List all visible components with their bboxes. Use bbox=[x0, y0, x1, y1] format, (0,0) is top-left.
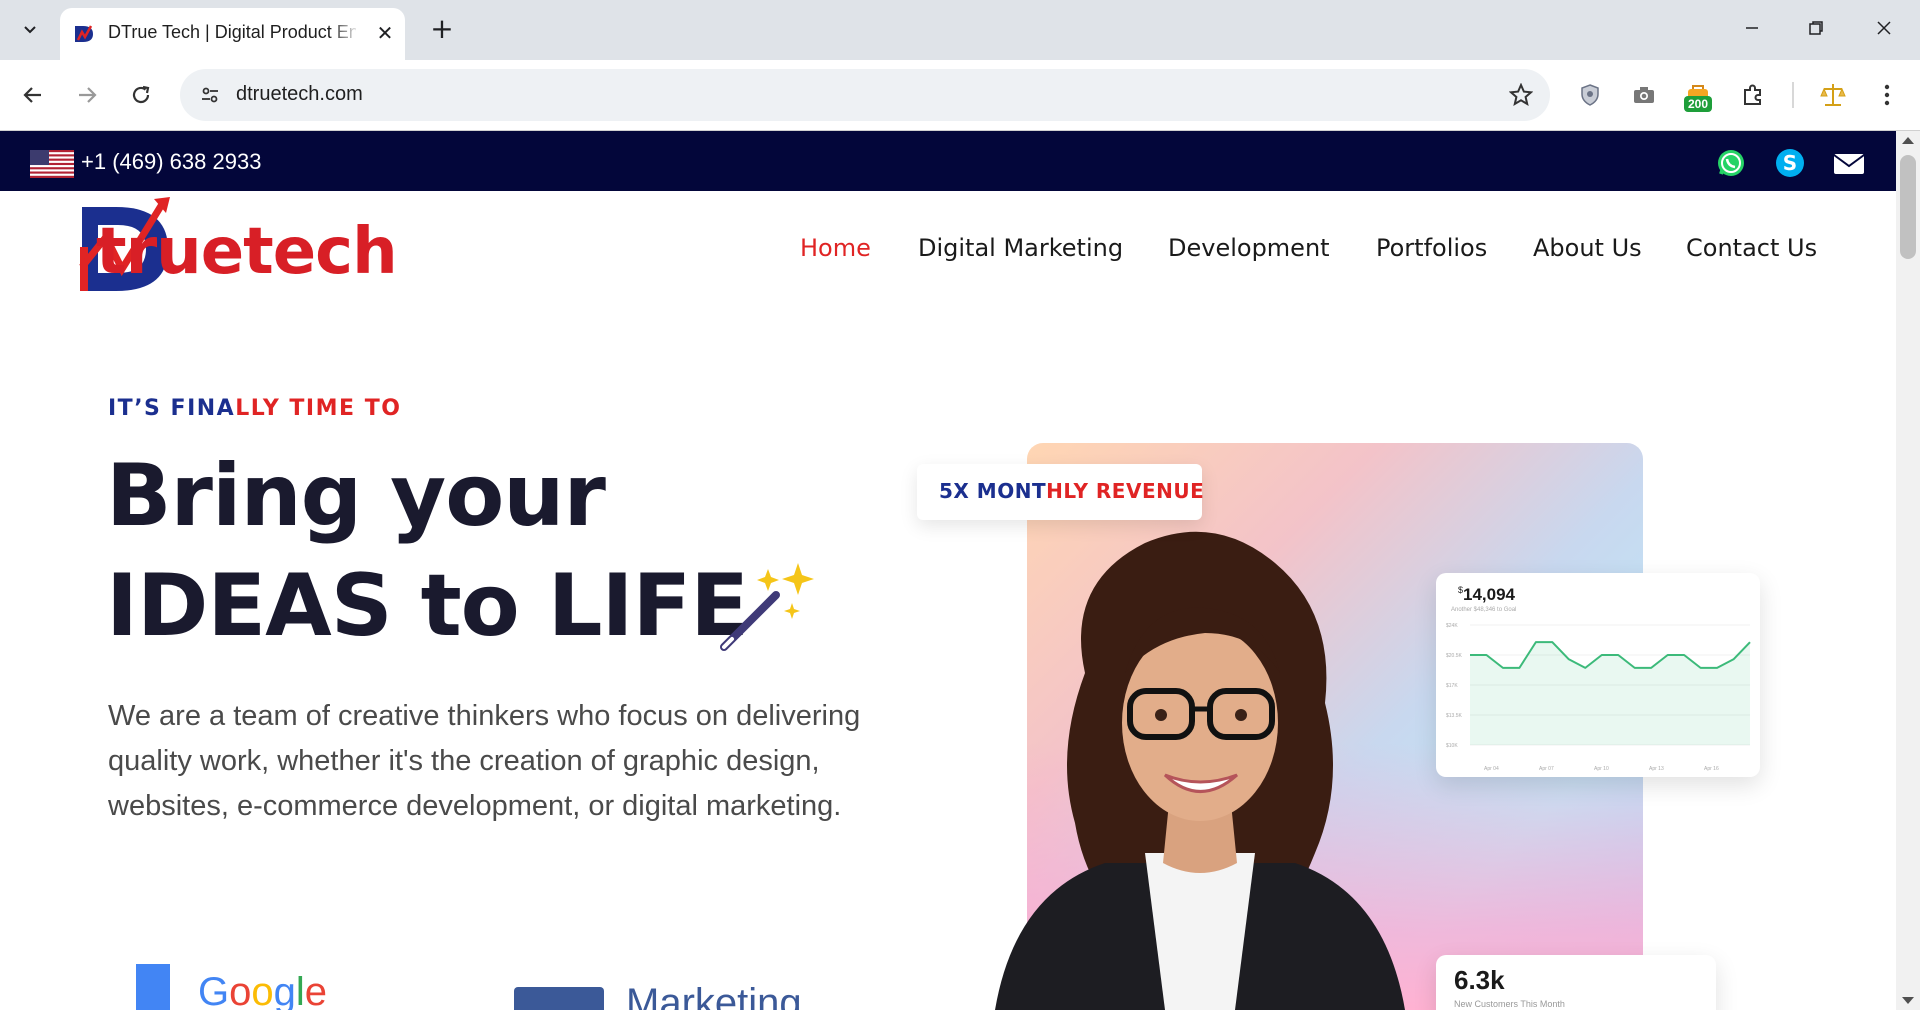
customers-value: 6.3k bbox=[1454, 965, 1505, 995]
bookmark-button[interactable] bbox=[1506, 80, 1536, 110]
svg-text:S: S bbox=[1783, 151, 1797, 175]
logo-wordmark-text: truetech bbox=[96, 215, 398, 289]
back-button[interactable] bbox=[16, 78, 50, 112]
nav-portfolios[interactable]: Portfolios bbox=[1376, 234, 1487, 262]
page-scrollbar[interactable] bbox=[1896, 131, 1920, 1010]
restore-icon bbox=[1809, 21, 1823, 35]
marketing-wordmark: Marketing bbox=[626, 981, 802, 1010]
whatsapp-icon[interactable] bbox=[1715, 147, 1747, 179]
nav-digital-marketing[interactable]: Digital Marketing bbox=[918, 234, 1123, 262]
customers-card: 6.3k New Customers This Month bbox=[1436, 955, 1716, 1010]
browser-tab[interactable]: DTrue Tech | Digital Product Engineering… bbox=[60, 8, 405, 60]
tune-icon bbox=[202, 87, 218, 103]
revenue-line-chart: $10K $13.5K $17K $20.5K $24K Apr 04 Apr 07 Apr … bbox=[1446, 623, 1751, 772]
facebook-badge-block bbox=[514, 987, 604, 1010]
scales-icon bbox=[1820, 84, 1846, 106]
url-text: dtruetech.com bbox=[236, 83, 363, 105]
magic-wand-icon bbox=[720, 563, 814, 651]
nav-about-us[interactable]: About Us bbox=[1533, 234, 1642, 262]
google-badge-bar bbox=[136, 964, 170, 1010]
chart-y-tick-label: $17K bbox=[1446, 683, 1458, 689]
browser-toolbar: dtruetech.com bbox=[0, 60, 1920, 131]
contact-topbar: +1 (469) 638 2933 S bbox=[0, 131, 1896, 191]
eyebrow-blue: IT’S FINA bbox=[108, 396, 236, 421]
revenue-chip-blue: 5X MONT bbox=[939, 479, 1047, 503]
tab-search-button[interactable] bbox=[10, 11, 50, 47]
dtruetech-favicon-icon bbox=[75, 25, 93, 42]
stats-amount: 14,094 bbox=[1463, 585, 1516, 604]
extensions-button[interactable] bbox=[1736, 78, 1770, 112]
site-info-button[interactable] bbox=[194, 79, 226, 111]
chart-x-tick-label: Apr 04 bbox=[1484, 766, 1499, 772]
hero-description: We are a team of creative thinkers who f… bbox=[108, 700, 861, 822]
skype-icon[interactable]: S bbox=[1774, 147, 1806, 179]
star-icon bbox=[1509, 83, 1533, 107]
camera-icon bbox=[1634, 87, 1654, 103]
stats-subtitle: Another $48,346 to Goal bbox=[1451, 607, 1517, 613]
forward-arrow-icon bbox=[79, 87, 97, 103]
scroll-up-arrow-icon[interactable] bbox=[1902, 137, 1914, 144]
hero-person-image bbox=[995, 531, 1405, 1010]
more-vert-icon bbox=[1884, 84, 1890, 106]
new-tab-button[interactable]: + bbox=[424, 12, 460, 48]
shield-extension-button[interactable] bbox=[1573, 78, 1607, 112]
browser-menu-button[interactable] bbox=[1870, 78, 1904, 112]
scrollbar-thumb[interactable] bbox=[1900, 155, 1916, 259]
hero-title-line-2: IDEAS to LIFE bbox=[106, 556, 749, 656]
google-wordmark: Google bbox=[198, 970, 328, 1010]
stats-value: $14,094 bbox=[1458, 585, 1515, 605]
revenue-chip: 5X MONTHLY REVENUE bbox=[917, 464, 1204, 520]
chart-y-tick-label: $24K bbox=[1446, 623, 1458, 629]
google-partner-badge: Google bbox=[136, 964, 376, 1010]
chart-y-tick-label: $10K bbox=[1446, 743, 1458, 749]
close-window-button[interactable] bbox=[1860, 8, 1908, 48]
site-header: truetech Home Digital Marketing Developm… bbox=[0, 191, 1896, 301]
tab-title-fade bbox=[330, 18, 360, 48]
camera-extension-button[interactable] bbox=[1627, 78, 1661, 112]
chart-y-tick-label: $20.5K bbox=[1446, 653, 1463, 659]
eyebrow-red: LLY TIME TO bbox=[235, 396, 402, 421]
scales-extension-button[interactable] bbox=[1816, 78, 1850, 112]
restore-button[interactable] bbox=[1792, 8, 1840, 48]
us-flag-icon bbox=[30, 150, 74, 178]
revenue-chip-text: 5X MONTHLY REVENUE bbox=[939, 479, 1204, 503]
hero-title-line-1: Bring your bbox=[106, 446, 606, 546]
chart-x-tick-label: Apr 16 bbox=[1704, 766, 1719, 772]
chart-x-tick-label: Apr 13 bbox=[1649, 766, 1664, 772]
nav-home[interactable]: Home bbox=[800, 234, 871, 262]
extension-badge: 200 bbox=[1684, 96, 1713, 112]
minimize-button[interactable] bbox=[1728, 8, 1776, 48]
revenue-chip-red: HLY REVENUE bbox=[1046, 479, 1205, 503]
facebook-marketing-badge: Marketing bbox=[514, 981, 854, 1010]
phone-number[interactable]: +1 (469) 638 2933 bbox=[81, 149, 261, 175]
puzzle-icon bbox=[1744, 84, 1761, 105]
customers-subtitle: New Customers This Month bbox=[1454, 999, 1565, 1009]
address-bar[interactable]: dtruetech.com bbox=[180, 69, 1550, 121]
mail-icon[interactable] bbox=[1832, 147, 1866, 179]
close-tab-icon[interactable]: ✕ bbox=[372, 20, 398, 46]
reload-icon bbox=[132, 85, 150, 104]
chart-x-tick-label: Apr 10 bbox=[1594, 766, 1609, 772]
shield-icon bbox=[1581, 84, 1599, 106]
minimize-icon bbox=[1746, 27, 1758, 29]
tab-title: DTrue Tech | Digital Product Engineering bbox=[108, 22, 356, 42]
revenue-stats-card: $14,094 Another $48,346 to Goal $10K $13.… bbox=[1436, 573, 1760, 777]
close-icon bbox=[1877, 21, 1891, 35]
logo-wordmark: truetech bbox=[96, 215, 398, 289]
chevron-down-icon bbox=[24, 26, 36, 34]
back-arrow-icon bbox=[23, 87, 41, 103]
chart-series-area bbox=[1470, 642, 1750, 745]
scroll-down-arrow-icon[interactable] bbox=[1902, 997, 1914, 1004]
tab-strip: DTrue Tech | Digital Product Engineering… bbox=[0, 0, 1920, 60]
reload-button[interactable] bbox=[124, 78, 158, 112]
forward-button[interactable] bbox=[70, 78, 104, 112]
nav-development[interactable]: Development bbox=[1168, 234, 1330, 262]
hero-eyebrow: IT’S FINALLY TIME TO bbox=[108, 396, 401, 421]
toolbar-separator bbox=[1792, 82, 1794, 108]
chart-x-tick-label: Apr 07 bbox=[1539, 766, 1554, 772]
page-viewport: +1 (469) 638 2933 S truetech Home Digita… bbox=[0, 131, 1896, 1010]
nav-contact-us[interactable]: Contact Us bbox=[1686, 234, 1817, 262]
chart-y-tick-label: $13.5K bbox=[1446, 713, 1463, 719]
